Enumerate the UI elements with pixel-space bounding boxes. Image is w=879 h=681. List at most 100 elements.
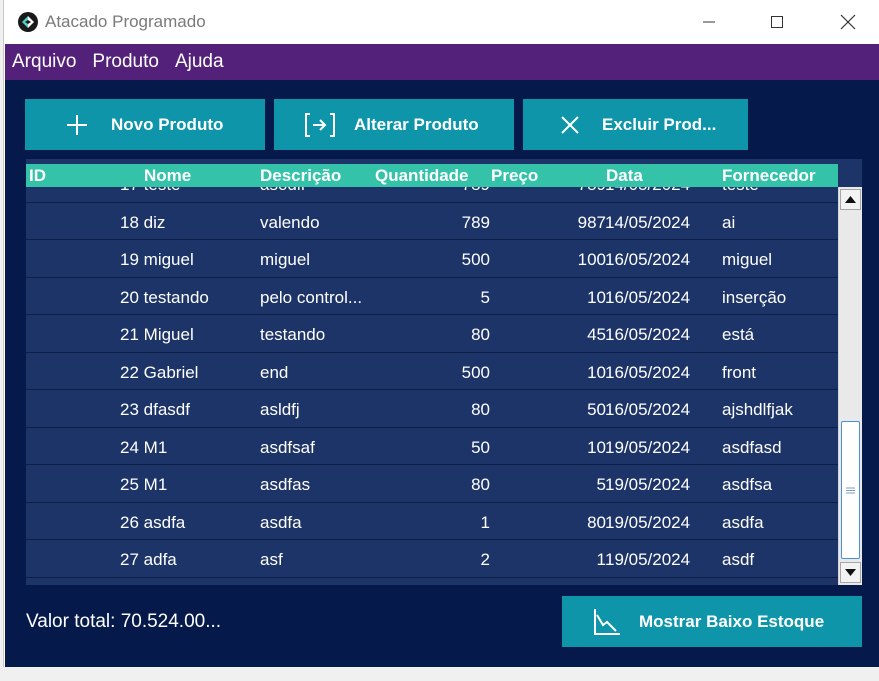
cell-preco: 987 [577,212,606,232]
cell-nome: asdfa [143,512,186,532]
table-row[interactable]: 27 adfa asf 2 1 19/05/2024 asdf [26,540,838,578]
novo-produto-button[interactable]: Novo Produto [25,99,265,150]
cell-descricao: pelo control... [260,287,363,307]
mostrar-baixo-estoque-button[interactable]: Mostrar Baixo Estoque [562,596,862,647]
cell-quantidade: 80 [471,400,490,419]
cell-quantidade: 2 [480,550,490,569]
cell-fornecedor: ajshdlfjak [722,400,793,419]
main-panel: Novo Produto Alterar Produto Excluir Pro… [5,80,879,667]
cell-id: 25 [120,475,139,494]
cell-fornecedor: ai [722,212,736,232]
menu-bar: Arquivo Produto Ajuda [5,44,879,80]
x-icon [561,116,579,134]
cell-data: 19/05/2024 [605,550,691,569]
cell-id: 19 [120,250,139,269]
cell-nome: miguel [143,250,194,269]
plus-icon [67,115,87,135]
vertical-scrollbar[interactable] [838,187,862,585]
total-value-label: Valor total: 70.524.00... [26,611,222,632]
table-row[interactable]: 20 testando pelo control... 5 10 16/05/2024 i… [26,278,838,315]
cell-descricao: testando [260,325,326,344]
cell-data: 14/05/2024 [605,187,690,195]
cell-id-nome: 25 M1 [120,475,167,495]
mostrar-baixo-estoque-label: Mostrar Baixo Estoque [639,612,825,631]
cell-descricao: asdfa [260,512,302,532]
table-row[interactable]: 17 testeasodif78978914/05/2024teste [26,187,838,203]
table-row[interactable]: 25 M1 asdfas 80 5 19/05/2024 asdfsa [26,465,838,503]
scroll-down-button[interactable] [840,562,861,583]
cell-descricao: miguel [260,250,311,269]
cell-quantidade: 789 [462,187,490,195]
column-header-quantidade[interactable]: Quantidade [375,166,469,186]
arrow-up-icon [845,196,856,203]
cell-preco: 100 [577,250,606,269]
cell-preco: 10 [587,437,606,457]
cell-preco: 10 [587,287,606,307]
grip-icon [846,487,855,494]
title-bar[interactable]: Atacado Programado [4,0,879,44]
cell-fornecedor: miguel [722,250,773,269]
cell-quantidade: 50 [471,437,490,457]
cell-data: 19/05/2024 [605,475,691,494]
cell-fornecedor: está [722,325,755,344]
table-row[interactable]: 18 diz valendo 789 987 14/05/2024 ai [26,203,838,240]
minimize-icon [703,21,715,23]
column-header-preco[interactable]: Preço [491,166,538,186]
cell-data: 16/05/2024 [605,325,691,344]
edit-swap-icon [305,113,335,137]
column-header-nome[interactable]: Nome [144,166,191,186]
cell-fornecedor: asdf [722,550,755,569]
cell-id-nome: 27 adfa [120,550,177,570]
scroll-up-button[interactable] [840,189,861,210]
cell-quantidade: 789 [461,212,490,232]
cell-preco: 789 [578,187,606,195]
cell-id: 26 [120,512,139,532]
maximize-icon [771,16,783,28]
cell-nome: adfa [143,550,177,569]
cell-id: 18 [120,212,139,232]
cell-id-nome: 20 testando [120,288,209,308]
cell-nome: teste [144,187,181,194]
cell-preco: 50 [587,400,606,419]
table-row[interactable]: 19 miguel miguel 500 100 16/05/2024 miguel [26,240,838,278]
cell-descricao: asodif [260,187,305,195]
close-button[interactable] [819,0,877,44]
table-row[interactable]: 24 M1 asdfsaf 50 10 19/05/2024 asdfasd [26,428,838,465]
app-window: Atacado Programado Arquivo Produto Ajuda… [3,0,879,667]
cell-quantidade: 5 [480,287,490,307]
alterar-produto-label: Alterar Produto [354,115,479,134]
cell-descricao: valendo [260,212,320,232]
cell-nome: testando [143,287,209,307]
menu-arquivo[interactable]: Arquivo [12,51,76,73]
menu-ajuda[interactable]: Ajuda [175,51,224,73]
column-header-data[interactable]: Data [606,166,643,186]
column-header-descricao[interactable]: Descrição [260,166,341,186]
table-row[interactable]: 26 asdfa asdfa 1 80 19/05/2024 asdfa [26,503,838,540]
cell-nome: diz [143,212,166,232]
table-row[interactable]: 23 dfasdf asldfj 80 50 16/05/2024 ajshdlfjak [26,390,838,428]
column-header-id[interactable]: ID [29,166,46,186]
cell-id-nome: 17 teste [120,187,181,195]
maximize-button[interactable] [748,0,806,44]
menu-produto[interactable]: Produto [92,51,159,73]
scroll-thumb[interactable] [841,421,860,559]
cell-descricao: asdfas [260,475,311,494]
table-row[interactable]: 21 Miguel testando 80 45 16/05/2024 está [26,315,838,353]
excluir-produto-button[interactable]: Excluir Prod... [523,99,748,150]
cell-fornecedor: inserção [722,287,787,307]
cell-data: 16/05/2024 [605,287,691,307]
cell-fornecedor: asdfa [722,512,764,532]
cell-nome: dfasdf [143,400,190,419]
table-row[interactable]: 22 Gabriel end 500 10 16/05/2024 front [26,353,838,390]
cell-quantidade: 80 [471,325,490,344]
column-header-fornecedor[interactable]: Fornecedor [722,166,816,186]
cell-id-nome: 18 diz [120,213,165,233]
app-logo-icon [18,12,38,32]
minimize-button[interactable] [680,0,738,44]
scroll-track[interactable] [841,213,860,559]
cell-id: 22 [120,362,139,382]
cell-id: 20 [120,287,139,307]
products-table[interactable]: ID Nome Descrição Quantidade Preço Data … [26,159,862,585]
close-icon [840,14,856,30]
alterar-produto-button[interactable]: Alterar Produto [274,99,514,150]
